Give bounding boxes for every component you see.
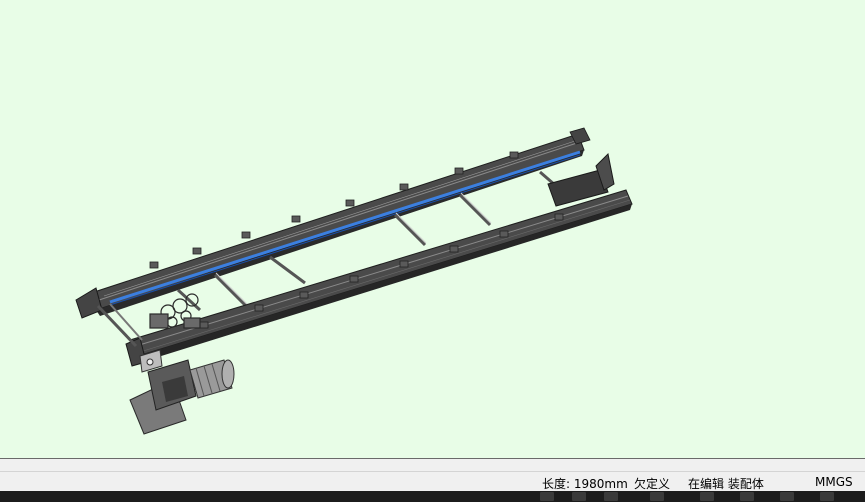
- graphics-viewport[interactable]: [0, 0, 865, 458]
- statusbar-spacer: [0, 459, 865, 471]
- taskbar-app-icon[interactable]: [572, 492, 586, 501]
- taskbar-app-icon[interactable]: [820, 492, 834, 501]
- taskbar-app-icon[interactable]: [604, 492, 618, 501]
- drive-sprocket-cluster: [149, 293, 201, 329]
- taskbar-app-icon[interactable]: [650, 492, 664, 501]
- taskbar-app-icon[interactable]: [700, 492, 714, 501]
- discharge-guide: [547, 127, 615, 207]
- taskbar: [0, 491, 865, 502]
- status-edit-mode: 在编辑 装配体: [688, 477, 764, 491]
- status-length: 长度: 1980mm: [542, 477, 628, 491]
- status-constraint[interactable]: 欠定义: [634, 475, 670, 492]
- taskbar-app-icon[interactable]: [780, 492, 794, 501]
- taskbar-app-icon[interactable]: [540, 492, 554, 501]
- taskbar-app-icon[interactable]: [740, 492, 754, 501]
- conveyor-assembly-model[interactable]: [0, 0, 865, 458]
- drive-motor: [129, 349, 235, 435]
- status-units[interactable]: MMGS: [815, 475, 853, 489]
- status-bar: 长度: 1980mm 欠定义 在编辑 装配体 MMGS: [0, 471, 865, 491]
